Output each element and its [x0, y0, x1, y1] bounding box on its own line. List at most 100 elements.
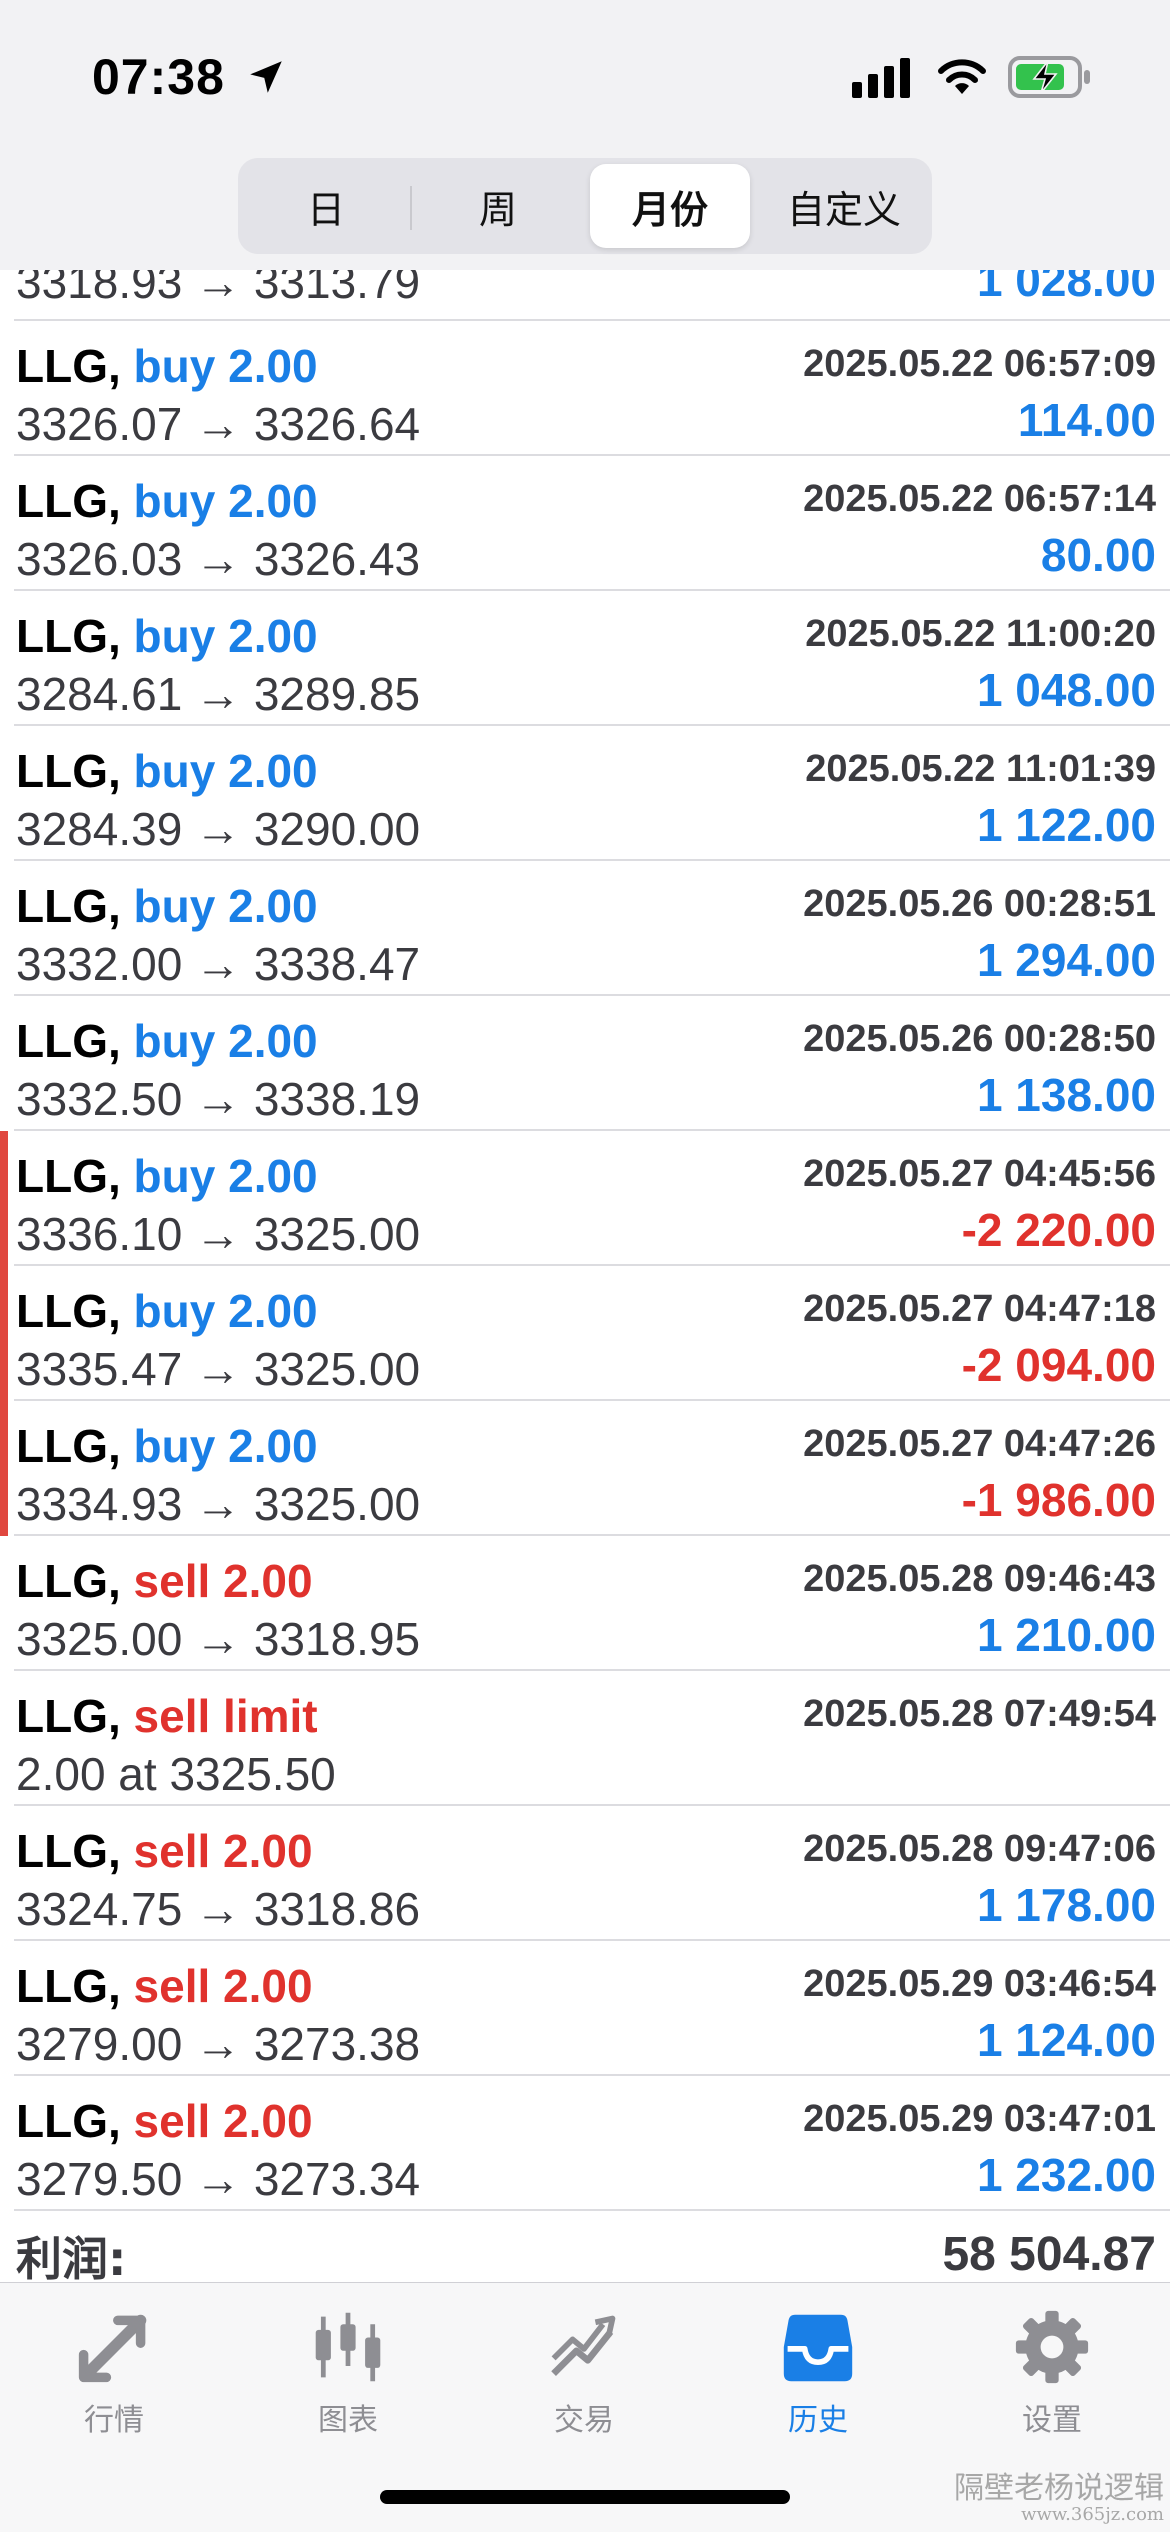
tab-charts[interactable]: 图表 [248, 2301, 448, 2441]
order-symbol: LLG, [16, 1960, 121, 2012]
total-profit-label: 利润: [16, 2232, 127, 2282]
order-prices: 3318.93 → 3313.79 [16, 270, 421, 308]
order-prices: 3336.10 → 3325.00 [16, 1208, 421, 1260]
order-title: LLG, sell limit [16, 1689, 318, 1743]
order-symbol: LLG, [16, 1825, 121, 1877]
total-profit-value: 58 504.87 [942, 2228, 1156, 2281]
order-symbol: LLG, [16, 1015, 121, 1067]
order-symbol: LLG, [16, 610, 121, 662]
order-title: LLG, sell 2.00 [16, 1554, 313, 1608]
history-row[interactable]: LLG, buy 2.00 2025.05.22 06:57:14 3326.03 … [14, 456, 1170, 591]
order-timestamp: 2025.05.26 00:28:50 [803, 1018, 1156, 1060]
segment-week[interactable]: 周 [418, 164, 578, 248]
history-row[interactable]: LLG, buy 2.00 2025.05.22 11:01:39 3284.39 … [14, 726, 1170, 861]
home-indicator[interactable] [380, 2490, 790, 2504]
order-timestamp: 2025.05.29 03:47:01 [803, 2098, 1156, 2140]
order-prices: 3325.00 → 3318.95 [16, 1613, 421, 1665]
order-side: sell 2.00 [133, 1825, 313, 1877]
history-row[interactable]: LLG, buy 2.00 2025.05.26 00:28:50 3332.50 … [14, 996, 1170, 1131]
order-side: buy 2.00 [133, 1420, 318, 1472]
history-row[interactable]: LLG, sell 2.00 2025.05.28 09:47:06 3324.75… [14, 1806, 1170, 1941]
history-row-partial[interactable]: 3318.93 → 3313.79 1 028.00 [14, 270, 1170, 321]
history-row[interactable]: LLG, buy 2.00 2025.05.26 00:28:51 3332.00 … [14, 861, 1170, 996]
watermark: 隔壁老杨说逻辑 www.365jz.com [954, 2472, 1164, 2525]
loss-indicator-bar [0, 1131, 8, 1266]
order-symbol: LLG, [16, 340, 121, 392]
order-prices: 3335.47 → 3325.00 [16, 1343, 421, 1395]
tab-history-label: 历史 [788, 2403, 848, 2438]
order-title: LLG, buy 2.00 [16, 1149, 318, 1203]
order-title: LLG, buy 2.00 [16, 609, 318, 663]
order-side: sell 2.00 [133, 1960, 313, 2012]
tab-history[interactable]: 历史 [718, 2301, 918, 2441]
history-list[interactable]: 3318.93 → 3313.79 1 028.00 LLG, buy 2.00… [0, 270, 1170, 2282]
order-side: buy 2.00 [133, 475, 318, 527]
tab-settings-label: 设置 [1022, 2403, 1082, 2438]
segment-day[interactable]: 日 [246, 164, 406, 248]
order-side: buy 2.00 [133, 340, 318, 392]
order-side: buy 2.00 [133, 1150, 318, 1202]
segment-custom[interactable]: 自定义 [764, 164, 924, 248]
segment-month[interactable]: 月份 [590, 164, 750, 248]
order-profit: 1 124.00 [976, 2014, 1156, 2066]
cellular-signal-icon [852, 58, 910, 98]
history-row[interactable]: LLG, buy 2.00 2025.05.27 04:47:18 3335.47 … [0, 1266, 1170, 1401]
order-timestamp: 2025.05.28 09:47:06 [803, 1828, 1156, 1870]
order-side: buy 2.00 [133, 745, 318, 797]
order-symbol: LLG, [16, 1420, 121, 1472]
order-profit: 1 028.00 [976, 270, 1156, 306]
order-timestamp: 2025.05.27 04:47:18 [803, 1288, 1156, 1330]
history-row[interactable]: LLG, sell 2.00 2025.05.29 03:47:01 3279.50… [14, 2076, 1170, 2211]
order-title: LLG, sell 2.00 [16, 1824, 313, 1878]
tab-settings[interactable]: 设置 [952, 2301, 1152, 2441]
history-row[interactable]: LLG, sell limit 2025.05.28 07:49:54 2.00 a… [14, 1671, 1170, 1806]
history-row[interactable]: LLG, sell 2.00 2025.05.29 03:46:54 3279.00… [14, 1941, 1170, 2076]
tab-trade[interactable]: 交易 [484, 2301, 684, 2441]
order-title: LLG, sell 2.00 [16, 1959, 313, 2013]
history-row[interactable]: LLG, buy 2.00 2025.05.27 04:45:56 3336.10 … [0, 1131, 1170, 1266]
order-profit: 80.00 [1040, 529, 1156, 581]
order-prices: 3284.61 → 3289.85 [16, 668, 421, 720]
order-profit: 1 048.00 [976, 664, 1156, 716]
settings-gear-icon [1015, 2310, 1089, 2384]
tab-quotes-label: 行情 [84, 2403, 144, 2438]
period-filter-bar: 日 周 月份 自定义 [0, 150, 1170, 275]
watermark-url: www.365jz.com [1021, 2504, 1164, 2525]
history-row[interactable]: LLG, sell 2.00 2025.05.28 09:46:43 3325.00… [14, 1536, 1170, 1671]
history-row[interactable]: LLG, buy 2.00 2025.05.22 06:57:09 3326.07 … [14, 321, 1170, 456]
order-side: sell 2.00 [133, 1555, 313, 1607]
tab-trade-label: 交易 [554, 2403, 614, 2438]
order-title: LLG, buy 2.00 [16, 474, 318, 528]
order-prices: 3279.50 → 3273.34 [16, 2153, 421, 2205]
order-side: buy 2.00 [133, 610, 318, 662]
candlestick-chart-icon [315, 2312, 381, 2382]
order-timestamp: 2025.05.27 04:47:26 [803, 1423, 1156, 1465]
order-symbol: LLG, [16, 475, 121, 527]
order-symbol: LLG, [16, 2095, 121, 2147]
location-arrow-icon [250, 61, 282, 93]
order-prices: 3334.93 → 3325.00 [16, 1478, 421, 1530]
order-symbol: LLG, [16, 1555, 121, 1607]
history-row[interactable]: LLG, buy 2.00 2025.05.27 04:47:26 3334.93 … [0, 1401, 1170, 1536]
wifi-icon [938, 59, 986, 94]
history-rows: LLG, buy 2.00 2025.05.22 06:57:09 3326.07 … [0, 321, 1170, 2211]
order-prices: 3326.07 → 3326.64 [16, 398, 421, 450]
order-profit: 114.00 [1017, 394, 1156, 446]
tab-charts-label: 图表 [318, 2403, 378, 2438]
order-prices: 3284.39 → 3290.00 [16, 803, 421, 855]
trade-trend-icon [551, 2315, 616, 2376]
order-symbol: LLG, [16, 1150, 121, 1202]
order-timestamp: 2025.05.28 09:46:43 [803, 1558, 1156, 1600]
order-timestamp: 2025.05.29 03:46:54 [803, 1963, 1156, 2005]
history-row[interactable]: LLG, buy 2.00 2025.05.22 11:00:20 3284.61 … [14, 591, 1170, 726]
order-symbol: LLG, [16, 1690, 121, 1742]
order-timestamp: 2025.05.22 11:00:20 [805, 613, 1156, 655]
order-timestamp: 2025.05.22 11:01:39 [805, 748, 1156, 790]
order-timestamp: 2025.05.22 06:57:14 [803, 478, 1156, 520]
order-side: buy 2.00 [133, 1285, 318, 1337]
order-prices: 2.00 at 3325.50 [16, 1748, 336, 1800]
order-timestamp: 2025.05.27 04:45:56 [803, 1153, 1156, 1195]
order-prices: 3332.00 → 3338.47 [16, 938, 421, 990]
order-symbol: LLG, [16, 745, 121, 797]
tab-quotes[interactable]: 行情 [14, 2301, 214, 2441]
